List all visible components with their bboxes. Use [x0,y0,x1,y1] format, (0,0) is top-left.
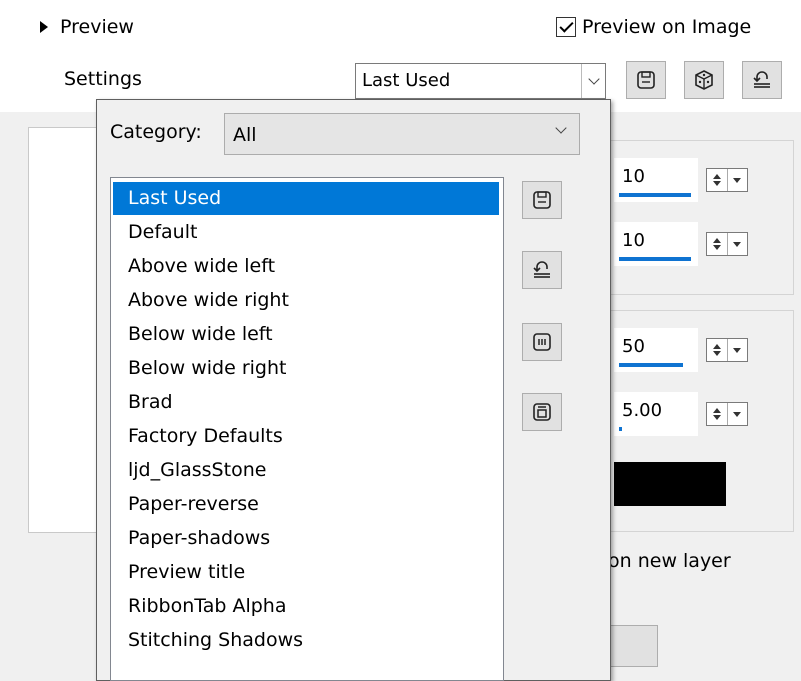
preset-item[interactable]: Factory Defaults [113,420,499,453]
preset-item[interactable]: Paper-reverse [113,488,499,521]
preset-item[interactable]: Brad [113,386,499,419]
settings-label: Settings [64,68,142,90]
preview-label: Preview [60,16,134,38]
save-preset-button[interactable] [626,61,666,99]
spin-arrows[interactable] [706,168,748,192]
shadow-color-swatch[interactable] [614,462,726,506]
reset-button[interactable] [522,251,562,289]
spin-arrows[interactable] [706,402,748,426]
preset-item[interactable]: Stitching Shadows [113,624,499,657]
preset-item[interactable]: Below wide left [113,318,499,351]
preset-list[interactable]: Last Used Default Above wide left Above … [110,177,504,681]
manage-presets-button[interactable] [522,323,562,361]
category-label: Category: [110,121,202,143]
spin-field-4[interactable]: 5.00 [614,392,698,436]
settings-dropdown[interactable]: Last Used [355,63,606,99]
preset-item[interactable]: Paper-shadows [113,522,499,555]
chevron-down-icon [555,122,567,134]
spin-arrows[interactable] [706,338,748,362]
spin-slider-bar[interactable] [619,193,691,197]
save-icon [637,71,655,89]
expand-triangle-icon [40,21,48,33]
preset-item[interactable]: Below wide right [113,352,499,385]
spin-control-1[interactable]: 10 [614,158,754,202]
preset-item[interactable]: Preview title [113,556,499,589]
preset-item[interactable]: Last Used [113,182,499,215]
preview-pane [28,127,106,533]
reset-icon [533,261,550,278]
save-icon [533,191,551,209]
preset-manager-icon [533,333,551,351]
save-preset-button[interactable] [522,181,562,219]
new-layer-label: on new layer [608,550,731,572]
reset-icon [753,71,770,88]
category-dropdown[interactable]: All [224,113,580,155]
spin-control-4[interactable]: 5.00 [614,392,754,436]
spin-slider-bar[interactable] [619,257,691,261]
preset-item[interactable]: RibbonTab Alpha [113,590,499,623]
chevron-down-icon [587,73,600,85]
category-value: All [233,124,257,146]
preset-item[interactable]: Default [113,216,499,249]
checkbox-checked-icon[interactable] [556,17,576,37]
spin-control-2[interactable]: 10 [614,222,754,266]
spin-slider-bar[interactable] [619,363,683,367]
preset-item[interactable]: Above wide right [113,284,499,317]
spin-slider-bar[interactable] [619,427,622,431]
preset-item[interactable]: Above wide left [113,250,499,283]
settings-dropdown-button[interactable] [581,64,605,98]
randomize-button[interactable] [684,61,724,99]
dice-icon [695,70,713,90]
spin-arrows[interactable] [706,232,748,256]
dialog-button[interactable] [604,625,658,667]
preview-on-image-checkbox[interactable]: Preview on Image [556,12,751,42]
preview-on-image-label: Preview on Image [582,16,752,38]
export-preset-button[interactable] [522,393,562,431]
spin-control-3[interactable]: 50 [614,328,754,372]
preset-item[interactable]: ljd_GlassStone [113,454,499,487]
export-icon [533,403,551,421]
reset-button[interactable] [742,61,782,99]
settings-value: Last Used [362,70,451,91]
preview-expander[interactable]: Preview [40,12,134,42]
